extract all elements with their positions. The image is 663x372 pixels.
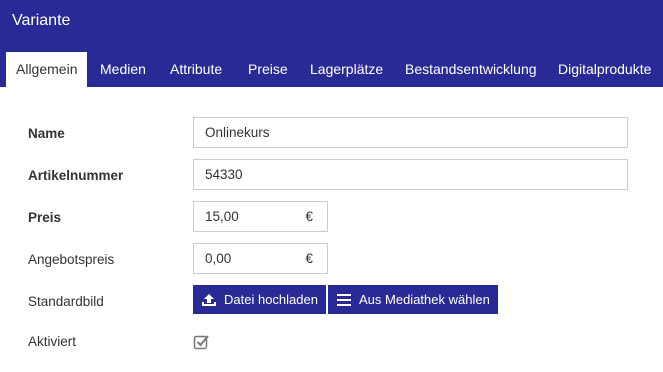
tab-bar: Allgemein Medien Attribute Preise Lagerp… bbox=[0, 52, 663, 87]
tab-preise[interactable]: Preise bbox=[248, 52, 288, 87]
activated-label: Aktiviert bbox=[28, 334, 77, 349]
price-currency: € bbox=[305, 209, 313, 224]
tab-digitalprodukte[interactable]: Digitalprodukte bbox=[558, 52, 651, 87]
price-field[interactable]: 15,00 € bbox=[193, 201, 328, 232]
activated-checkbox[interactable] bbox=[193, 333, 210, 350]
tab-medien[interactable]: Medien bbox=[100, 52, 146, 87]
media-library-button[interactable]: Aus Mediathek wählen bbox=[328, 285, 498, 314]
tab-attribute[interactable]: Attribute bbox=[170, 52, 222, 87]
media-library-label: Aus Mediathek wählen bbox=[359, 292, 490, 307]
variant-form: Name Onlinekurs Artikelnummer 54330 Prei… bbox=[0, 87, 663, 372]
tab-allgemein[interactable]: Allgemein bbox=[6, 52, 88, 87]
offer-price-field[interactable]: 0,00 € bbox=[193, 243, 328, 274]
offer-price-currency: € bbox=[305, 251, 313, 266]
price-label: Preis bbox=[28, 210, 62, 225]
tab-bestandsentwicklung[interactable]: Bestandsentwicklung bbox=[405, 52, 537, 87]
offer-price-label: Angebotspreis bbox=[28, 252, 115, 267]
app-header: Variante Allgemein Medien Attribute Prei… bbox=[0, 0, 663, 87]
tab-lagerplaetze[interactable]: Lagerplätze bbox=[310, 52, 383, 87]
upload-file-label: Datei hochladen bbox=[224, 292, 318, 307]
name-field[interactable]: Onlinekurs bbox=[193, 117, 628, 148]
sku-value: 54330 bbox=[205, 167, 243, 182]
upload-icon bbox=[201, 285, 217, 314]
price-value: 15,00 bbox=[205, 209, 239, 224]
sku-label: Artikelnummer bbox=[28, 168, 124, 183]
upload-file-button[interactable]: Datei hochladen bbox=[193, 285, 326, 314]
checkbox-checked-icon bbox=[193, 335, 209, 350]
name-value: Onlinekurs bbox=[205, 125, 270, 140]
default-image-label: Standardbild bbox=[28, 294, 104, 309]
list-icon bbox=[336, 285, 352, 314]
page-title: Variante bbox=[12, 12, 71, 29]
sku-field[interactable]: 54330 bbox=[193, 159, 628, 190]
name-label: Name bbox=[28, 126, 65, 141]
offer-price-value: 0,00 bbox=[205, 251, 232, 266]
